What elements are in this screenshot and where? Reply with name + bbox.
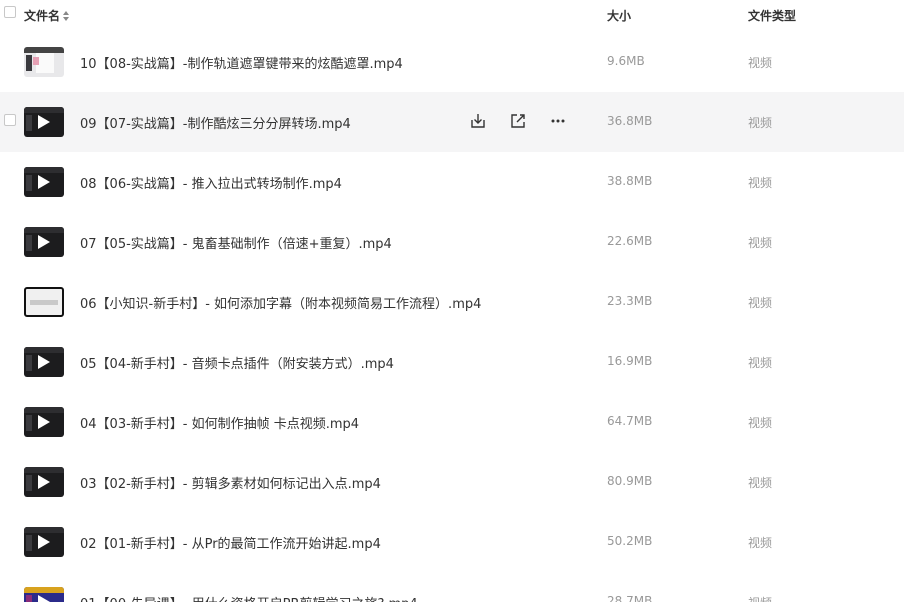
file-size: 80.9MB [607,474,653,488]
file-size: 50.2MB [607,534,653,548]
share-button[interactable] [508,111,528,131]
play-icon [38,415,50,429]
file-type: 视频 [748,176,773,190]
file-row[interactable]: 10【08-实战篇】-制作轨道遮罩键带来的炫酷遮罩.mp4 9.6MB 视频 [0,32,904,92]
thumbnail-panel [26,55,32,71]
file-type: 视频 [748,356,773,370]
thumbnail-strip [30,300,58,305]
video-thumbnail[interactable] [24,407,64,437]
thumbnail-toolbar [24,227,64,233]
file-name[interactable]: 10【08-实战篇】-制作轨道遮罩键带来的炫酷遮罩.mp4 [80,53,403,72]
file-size: 36.8MB [607,114,653,128]
thumbnail-panel [26,175,32,191]
file-name[interactable]: 04【03-新手村】- 如何制作抽帧 卡点视频.mp4 [80,413,359,432]
play-icon [38,175,50,189]
thumbnail-panel [26,355,32,371]
file-name[interactable]: 08【06-实战篇】- 推入拉出式转场制作.mp4 [80,173,342,192]
thumbnail-toolbar [24,527,64,533]
file-row[interactable]: 04【03-新手村】- 如何制作抽帧 卡点视频.mp4 64.7MB 视频 [0,392,904,452]
video-thumbnail[interactable] [24,47,64,77]
file-row[interactable]: 08【06-实战篇】- 推入拉出式转场制作.mp4 38.8MB 视频 [0,152,904,212]
more-button[interactable] [548,111,568,131]
video-thumbnail[interactable] [24,467,64,497]
file-type: 视频 [748,236,773,250]
play-icon [38,535,50,549]
file-row[interactable]: 05【04-新手村】- 音频卡点插件（附安装方式）.mp4 16.9MB 视频 [0,332,904,392]
thumbnail-panel [26,475,32,491]
video-thumbnail[interactable] [24,527,64,557]
file-list: 文件名 大小 文件类型 10【08-实战篇】-制作轨道遮罩键带来的炫酷遮罩.mp… [0,0,904,602]
file-type: 视频 [748,296,773,310]
select-all-checkbox[interactable] [4,6,16,18]
row-checkbox[interactable] [4,114,16,126]
download-icon [471,114,485,128]
file-name[interactable]: 05【04-新手村】- 音频卡点插件（附安装方式）.mp4 [80,353,394,372]
download-button[interactable] [468,111,488,131]
file-size: 9.6MB [607,54,645,68]
file-name[interactable]: 01【00-先导课】- 用什么资格开启PR剪辑学习之旅?.mp4 [80,593,418,602]
file-size: 64.7MB [607,414,653,428]
column-header-size[interactable]: 大小 [607,7,631,24]
thumbnail-panel [26,535,32,551]
video-thumbnail[interactable] [24,107,64,137]
thumbnail-panel [26,415,32,431]
play-icon [38,115,50,129]
list-header: 文件名 大小 文件类型 [0,0,904,30]
file-type: 视频 [748,116,773,130]
thumbnail-panel [26,115,32,131]
column-header-name-label: 文件名 [24,9,61,23]
video-thumbnail[interactable] [24,167,64,197]
thumbnail-panel [26,235,32,251]
file-size: 16.9MB [607,354,653,368]
file-type: 视频 [748,594,772,602]
file-size: 38.8MB [607,174,653,188]
thumbnail-panel [26,595,32,602]
more-icon [551,119,565,123]
thumbnail-toolbar [24,587,64,593]
file-rows: 10【08-实战篇】-制作轨道遮罩键带来的炫酷遮罩.mp4 9.6MB 视频 0… [0,32,904,602]
file-size: 28.7MB [607,594,653,602]
column-header-name[interactable]: 文件名 [24,7,70,24]
file-name[interactable]: 02【01-新手村】- 从Pr的最简工作流开始讲起.mp4 [80,533,381,552]
file-name[interactable]: 03【02-新手村】- 剪辑多素材如何标记出入点.mp4 [80,473,381,492]
file-type: 视频 [748,536,773,550]
thumbnail-accent [33,57,39,65]
file-name[interactable]: 07【05-实战篇】- 鬼畜基础制作（倍速+重复）.mp4 [80,233,392,252]
row-actions [468,111,568,131]
file-row[interactable]: 09【07-实战篇】-制作酷炫三分分屏转场.mp4 36.8MB 视频 [0,92,904,152]
column-header-type[interactable]: 文件类型 [748,7,796,24]
file-type: 视频 [748,476,773,490]
play-icon [38,355,50,369]
thumbnail-toolbar [24,407,64,413]
file-name[interactable]: 06【小知识-新手村】- 如何添加字幕（附本视频简易工作流程）.mp4 [80,293,481,312]
thumbnail-toolbar [24,347,64,353]
file-size: 22.6MB [607,234,653,248]
video-thumbnail[interactable] [24,227,64,257]
file-row[interactable]: 06【小知识-新手村】- 如何添加字幕（附本视频简易工作流程）.mp4 23.3… [0,272,904,332]
sort-icon[interactable] [63,10,70,21]
file-row[interactable]: 02【01-新手村】- 从Pr的最简工作流开始讲起.mp4 50.2MB 视频 [0,512,904,572]
file-type: 视频 [748,56,773,70]
video-thumbnail[interactable] [24,587,64,602]
thumbnail-toolbar [24,467,64,473]
play-icon [38,235,50,249]
file-row[interactable]: 01【00-先导课】- 用什么资格开启PR剪辑学习之旅?.mp4 28.7MB … [0,572,904,602]
share-icon [511,114,525,128]
video-thumbnail[interactable] [24,287,64,317]
file-row[interactable]: 07【05-实战篇】- 鬼畜基础制作（倍速+重复）.mp4 22.6MB 视频 [0,212,904,272]
play-icon [38,475,50,489]
file-row[interactable]: 03【02-新手村】- 剪辑多素材如何标记出入点.mp4 80.9MB 视频 [0,452,904,512]
file-name[interactable]: 09【07-实战篇】-制作酷炫三分分屏转场.mp4 [80,113,351,132]
thumbnail-toolbar [24,107,64,113]
play-icon [38,595,50,602]
file-type: 视频 [748,416,773,430]
file-size: 23.3MB [607,294,653,308]
thumbnail-toolbar [24,167,64,173]
video-thumbnail[interactable] [24,347,64,377]
